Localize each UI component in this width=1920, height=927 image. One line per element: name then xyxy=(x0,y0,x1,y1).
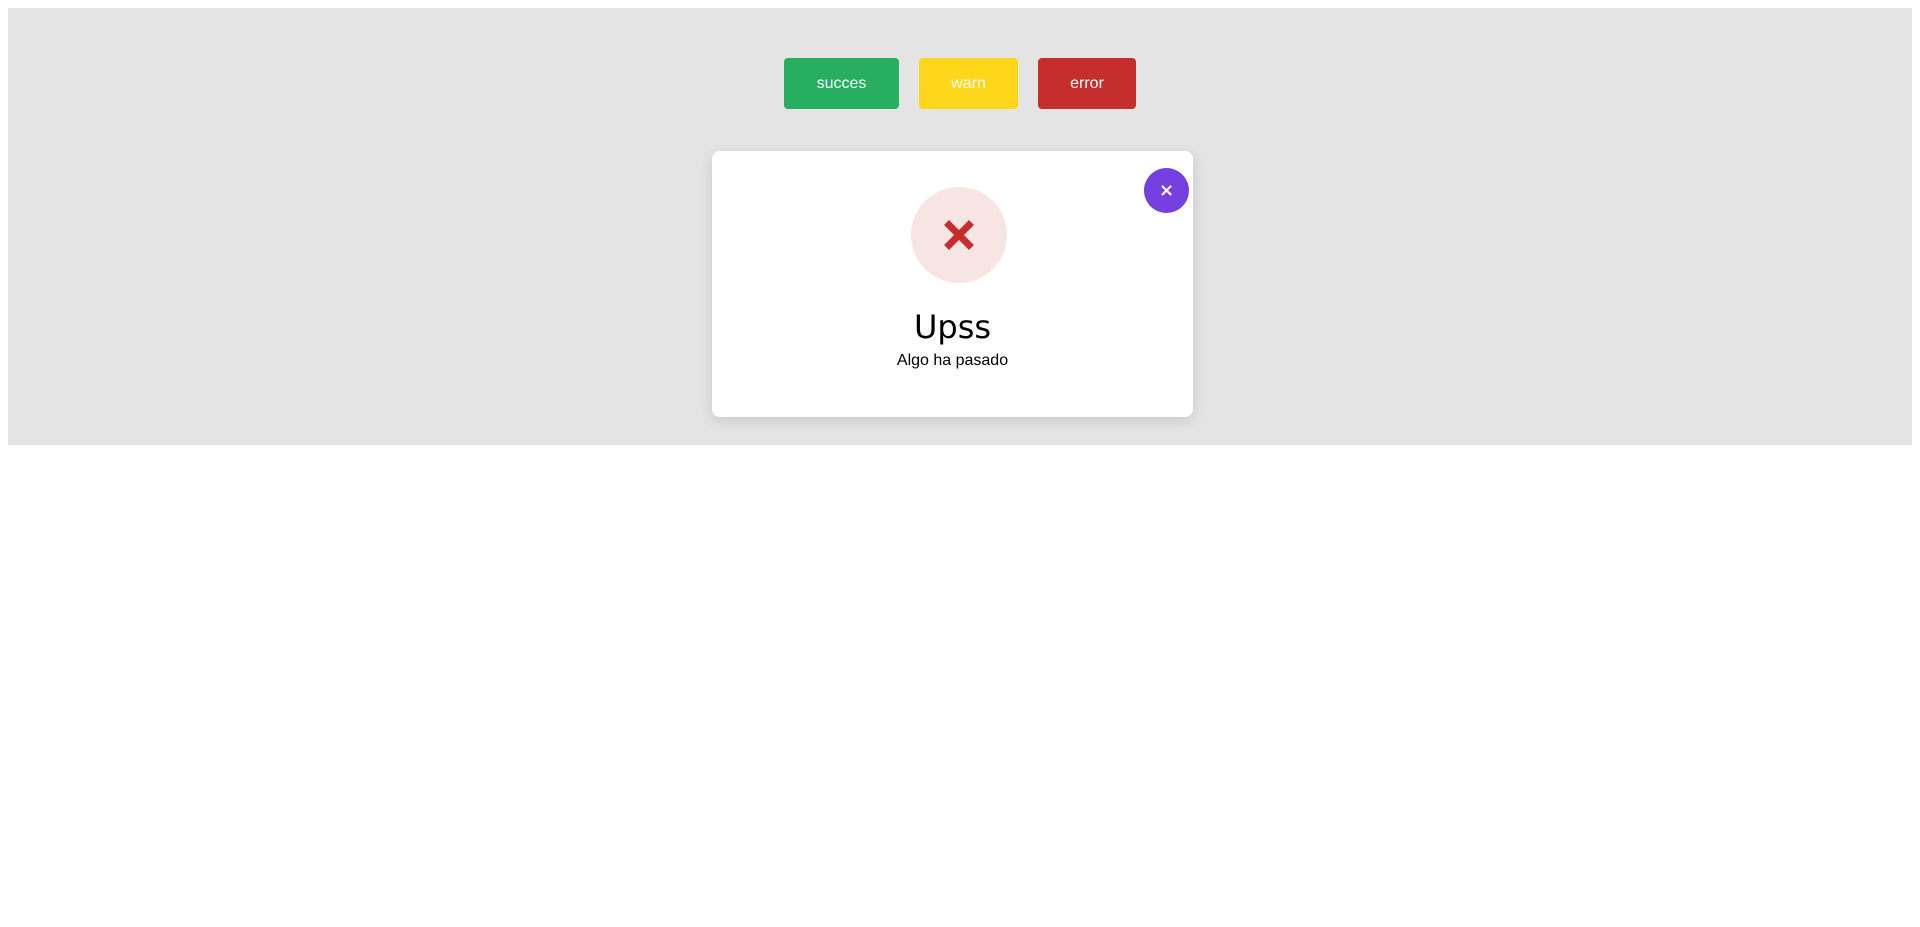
warn-button[interactable]: warn xyxy=(919,58,1018,109)
close-icon: × xyxy=(1158,180,1175,201)
modal-message: Algo ha pasado xyxy=(896,352,1009,369)
error-x-icon xyxy=(944,220,974,250)
modal-title: Upss xyxy=(913,308,992,346)
success-button[interactable]: succes xyxy=(784,58,899,109)
error-status-badge xyxy=(911,187,1007,283)
error-button[interactable]: error xyxy=(1038,58,1136,109)
close-modal-button[interactable]: × xyxy=(1144,168,1189,213)
alert-trigger-buttons: succes warn error xyxy=(8,58,1912,109)
